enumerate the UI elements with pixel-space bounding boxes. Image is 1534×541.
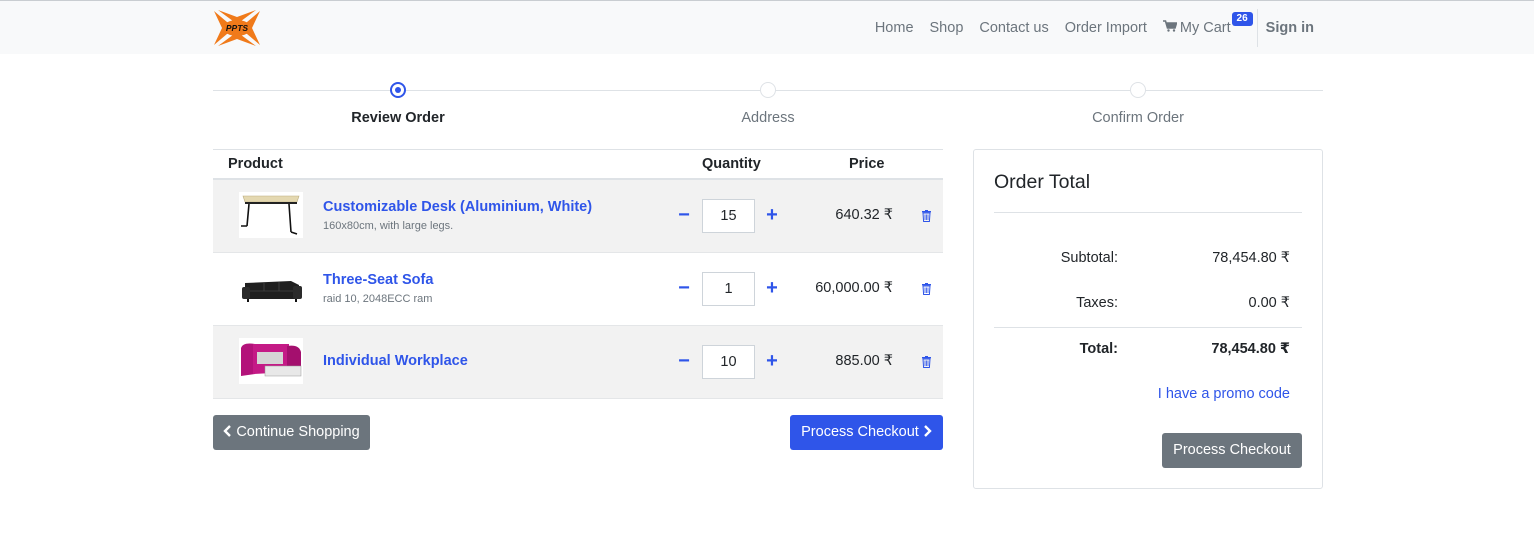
- decrease-quantity-button[interactable]: −: [676, 204, 692, 228]
- nav-links: Home Shop Contact us Order Import My Car…: [867, 1, 1314, 55]
- line-price: 640.32 ₹: [835, 207, 893, 223]
- trash-icon[interactable]: [921, 283, 932, 295]
- order-total-title: Order Total: [994, 171, 1091, 193]
- logo-text: PPTS: [226, 23, 249, 33]
- chevron-right-icon: [923, 425, 932, 437]
- step-label: Address: [741, 110, 795, 126]
- line-price: 885.00 ₹: [835, 353, 893, 369]
- decrease-quantity-button[interactable]: −: [676, 277, 692, 301]
- taxes-value: 0.00 ₹: [1248, 295, 1290, 311]
- desk-image[interactable]: [239, 192, 303, 238]
- step-confirm-order: Confirm Order: [1028, 82, 1248, 126]
- cart-label: My Cart: [1179, 20, 1231, 36]
- sign-in-link[interactable]: Sign in: [1258, 20, 1314, 36]
- step-label: Review Order: [351, 110, 445, 126]
- subtotal-label: Subtotal:: [1060, 250, 1118, 266]
- checkout-progress: Review Order Address Confirm Order: [213, 82, 1323, 132]
- step-dot-active: [390, 82, 406, 98]
- line-price: 60,000.00 ₹: [815, 280, 893, 296]
- trash-icon[interactable]: [921, 356, 932, 368]
- process-checkout-button[interactable]: Process Checkout: [790, 415, 943, 450]
- step-label: Confirm Order: [1092, 110, 1184, 126]
- divider: [994, 327, 1302, 328]
- step-dot: [760, 82, 776, 98]
- promo-code-link[interactable]: I have a promo code: [1158, 386, 1290, 402]
- table-row: Individual Workplace − 10 + 885.00 ₹: [213, 326, 943, 399]
- table-row: Three-Seat Sofa raid 10, 2048ECC ram − 1…: [213, 253, 943, 326]
- workplace-image[interactable]: [239, 338, 303, 384]
- header-quantity: Quantity: [702, 156, 761, 172]
- subtotal-value: 78,454.80 ₹: [1212, 250, 1290, 266]
- quantity-input[interactable]: 1: [702, 272, 755, 306]
- header-price: Price: [849, 156, 885, 172]
- quantity-input[interactable]: 10: [702, 345, 755, 379]
- order-total-card: Order Total Subtotal: 78,454.80 ₹ Taxes:…: [973, 149, 1323, 489]
- quantity-input[interactable]: 15: [702, 199, 755, 233]
- decrease-quantity-button[interactable]: −: [676, 350, 692, 374]
- nav-shop[interactable]: Shop: [922, 20, 972, 36]
- divider: [994, 212, 1302, 213]
- step-address: Address: [658, 82, 878, 126]
- total-label: Total:: [1079, 341, 1118, 357]
- table-row: Customizable Desk (Aluminium, White) 160…: [213, 180, 943, 253]
- step-review-order: Review Order: [288, 82, 508, 126]
- increase-quantity-button[interactable]: +: [764, 204, 780, 228]
- product-description: raid 10, 2048ECC ram: [323, 293, 433, 305]
- table-header: Product Quantity Price: [213, 149, 943, 180]
- top-navbar: PPTS Home Shop Contact us Order Import M…: [0, 0, 1534, 54]
- nav-order-import[interactable]: Order Import: [1057, 20, 1155, 36]
- product-name-link[interactable]: Three-Seat Sofa: [323, 272, 433, 288]
- product-description: 160x80cm, with large legs.: [323, 220, 454, 232]
- cart-table: Product Quantity Price Customizable Desk…: [213, 149, 943, 399]
- ppts-logo[interactable]: PPTS: [212, 9, 262, 47]
- continue-shopping-label: Continue Shopping: [236, 424, 360, 440]
- step-dot: [1130, 82, 1146, 98]
- chevron-left-icon: [223, 425, 232, 437]
- continue-shopping-button[interactable]: Continue Shopping: [213, 415, 370, 450]
- process-checkout-label: Process Checkout: [801, 424, 919, 440]
- product-name-link[interactable]: Customizable Desk (Aluminium, White): [323, 199, 592, 215]
- cart-count-badge: 26: [1231, 12, 1253, 26]
- trash-icon[interactable]: [921, 210, 932, 222]
- header-product: Product: [228, 156, 283, 172]
- increase-quantity-button[interactable]: +: [764, 277, 780, 301]
- product-name-link[interactable]: Individual Workplace: [323, 353, 468, 369]
- nav-home[interactable]: Home: [867, 20, 922, 36]
- cart-icon: [1162, 20, 1177, 32]
- card-process-checkout-button[interactable]: Process Checkout: [1162, 433, 1302, 468]
- sofa-image[interactable]: [239, 265, 303, 311]
- increase-quantity-button[interactable]: +: [764, 350, 780, 374]
- nav-contact-us[interactable]: Contact us: [971, 20, 1056, 36]
- nav-my-cart[interactable]: My Cart 26: [1155, 12, 1253, 36]
- total-value: 78,454.80 ₹: [1211, 341, 1290, 357]
- taxes-label: Taxes:: [1076, 295, 1118, 311]
